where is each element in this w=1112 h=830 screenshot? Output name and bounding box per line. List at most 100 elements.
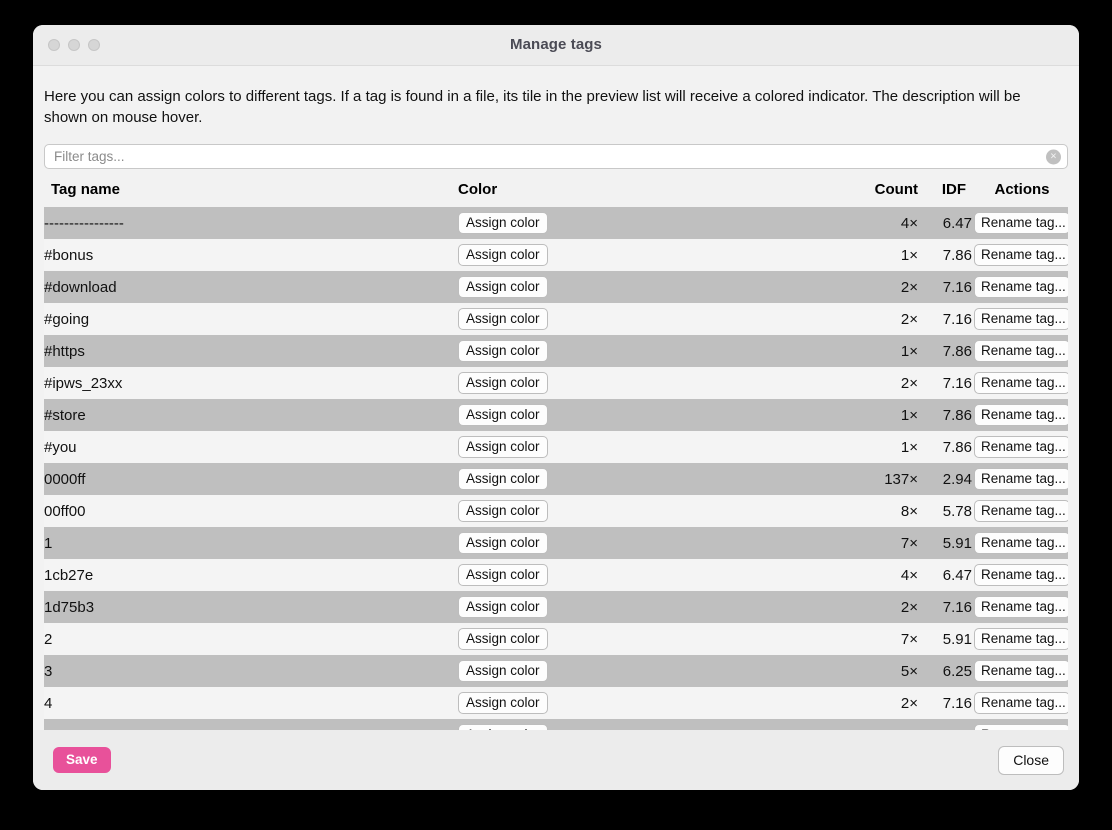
column-header-color[interactable]: Color (458, 181, 852, 207)
tag-name-cell: 1cb27e (44, 566, 94, 584)
rename-tag-button[interactable]: Rename tag... (974, 724, 1068, 730)
clear-filter-icon[interactable]: × (1046, 149, 1061, 164)
assign-color-button[interactable]: Assign color (458, 468, 548, 490)
count-cell: 2× (900, 278, 918, 296)
rename-tag-button[interactable]: Rename tag... (974, 436, 1068, 458)
actions-cell: Rename tag... (972, 655, 1068, 687)
tag-name-cell: 2 (44, 630, 53, 648)
rename-tag-button[interactable]: Rename tag... (974, 564, 1068, 586)
tags-table-container[interactable]: Tag name Color Count IDF Actions -------… (44, 181, 1068, 730)
actions-cell: Rename tag... (972, 463, 1068, 495)
actions-cell: Rename tag... (972, 303, 1068, 335)
filter-tags-input[interactable] (44, 144, 1068, 169)
assign-color-button[interactable]: Assign color (458, 724, 548, 730)
assign-color-button[interactable]: Assign color (458, 564, 548, 586)
assign-color-button[interactable]: Assign color (458, 532, 548, 554)
actions-cell: Rename tag... (972, 719, 1068, 730)
assign-color-button[interactable]: Assign color (458, 372, 548, 394)
assign-color-button[interactable]: Assign color (458, 244, 548, 266)
count-cell: 4× (900, 566, 918, 584)
column-header-count[interactable]: Count (852, 181, 918, 207)
assign-color-button[interactable]: Assign color (458, 692, 548, 714)
rename-tag-button[interactable]: Rename tag... (974, 596, 1068, 618)
tags-table-header: Tag name Color Count IDF Actions (44, 181, 1068, 207)
rename-tag-button[interactable]: Rename tag... (974, 212, 1068, 234)
idf-cell: 7.16 (942, 374, 972, 392)
table-row[interactable]: #https Assign color 1× 7.86 Rename tag... (44, 335, 1068, 367)
actions-cell: Rename tag... (972, 207, 1068, 239)
window-title: Manage tags (510, 36, 602, 53)
tag-name-cell: #download (44, 278, 117, 296)
table-row[interactable]: 3 Assign color 5× 6.25 Rename tag... (44, 655, 1068, 687)
assign-color-button[interactable]: Assign color (458, 500, 548, 522)
filter-row: × (44, 144, 1068, 169)
rename-tag-button[interactable]: Rename tag... (974, 692, 1068, 714)
table-row[interactable]: #store Assign color 1× 7.86 Rename tag... (44, 399, 1068, 431)
table-row[interactable]: #you Assign color 1× 7.86 Rename tag... (44, 431, 1068, 463)
table-row[interactable]: ---------------- Assign color 4× 6.47 Rename… (44, 207, 1068, 239)
actions-cell: Rename tag... (972, 239, 1068, 271)
rename-tag-button[interactable]: Rename tag... (974, 468, 1068, 490)
tag-name-cell: 00ff00 (44, 502, 86, 520)
color-cell: Assign color (458, 335, 852, 367)
actions-cell: Rename tag... (972, 431, 1068, 463)
color-cell: Assign color (458, 239, 852, 271)
assign-color-button[interactable]: Assign color (458, 436, 548, 458)
assign-color-button[interactable]: Assign color (458, 276, 548, 298)
assign-color-button[interactable]: Assign color (458, 596, 548, 618)
rename-tag-button[interactable]: Rename tag... (974, 340, 1068, 362)
rename-tag-button[interactable]: Rename tag... (974, 404, 1068, 426)
column-header-tag-name[interactable]: Tag name (44, 181, 458, 207)
count-cell: 1× (852, 719, 918, 731)
table-row[interactable]: 1d75b3 Assign color 2× 7.16 Rename tag... (44, 591, 1068, 623)
tag-name-cell: 1d75b3 (44, 598, 95, 616)
table-row[interactable]: #download Assign color 2× 7.16 Rename tag... (44, 271, 1068, 303)
count-cell: 2× (900, 598, 918, 616)
assign-color-button[interactable]: Assign color (458, 660, 548, 682)
rename-tag-button[interactable]: Rename tag... (974, 244, 1068, 266)
close-button[interactable]: Close (998, 745, 1064, 775)
rename-tag-button[interactable]: Rename tag... (974, 628, 1068, 650)
table-row[interactable]: #bonus Assign color 1× 7.86 Rename tag... (44, 239, 1068, 271)
table-row[interactable]: 0000ff Assign color 137× 2.94 Rename tag... (44, 463, 1068, 495)
dialog-footer: Save Close (33, 730, 1079, 790)
table-row[interactable]: 00ff00 Assign color 8× 5.78 Rename tag... (44, 495, 1068, 527)
column-header-idf[interactable]: IDF (918, 181, 972, 207)
actions-cell: Rename tag... (972, 335, 1068, 367)
table-row[interactable]: 1 Assign color 7× 5.91 Rename tag... (44, 527, 1068, 559)
tag-name-cell: 004 (44, 719, 458, 731)
count-cell: 1× (900, 438, 918, 456)
table-row[interactable]: #ipws_23xx Assign color 2× 7.16 Rename tag..… (44, 367, 1068, 399)
color-cell: Assign color (458, 719, 852, 730)
rename-tag-button[interactable]: Rename tag... (974, 308, 1068, 330)
actions-cell: Rename tag... (972, 367, 1068, 399)
table-row[interactable]: 4 Assign color 2× 7.16 Rename tag... (44, 687, 1068, 719)
dialog-description: Here you can assign colors to different … (44, 88, 1021, 126)
rename-tag-button[interactable]: Rename tag... (974, 660, 1068, 682)
save-button[interactable]: Save (53, 747, 111, 773)
idf-cell: 7.16 (942, 310, 972, 328)
assign-color-button[interactable]: Assign color (458, 308, 548, 330)
color-cell: Assign color (458, 527, 852, 559)
tag-name-cell: ---------------- (44, 214, 124, 232)
count-cell: 4× (900, 214, 918, 232)
actions-cell: Rename tag... (972, 271, 1068, 303)
table-row[interactable]: #going Assign color 2× 7.16 Rename tag... (44, 303, 1068, 335)
rename-tag-button[interactable]: Rename tag... (974, 500, 1068, 522)
rename-tag-button[interactable]: Rename tag... (974, 276, 1068, 298)
count-cell: 2× (900, 694, 918, 712)
idf-cell: 7.16 (942, 278, 972, 296)
assign-color-button[interactable]: Assign color (458, 628, 548, 650)
table-row[interactable]: 2 Assign color 7× 5.91 Rename tag... (44, 623, 1068, 655)
count-cell: 2× (900, 310, 918, 328)
rename-tag-button[interactable]: Rename tag... (974, 532, 1068, 554)
assign-color-button[interactable]: Assign color (458, 340, 548, 362)
assign-color-button[interactable]: Assign color (458, 212, 548, 234)
rename-tag-button[interactable]: Rename tag... (974, 372, 1068, 394)
table-row[interactable]: 1cb27e Assign color 4× 6.47 Rename tag... (44, 559, 1068, 591)
color-cell: Assign color (458, 623, 852, 655)
color-cell: Assign color (458, 271, 852, 303)
table-row[interactable]: 004Assign color 1×7.86Rename tag... (44, 719, 1068, 730)
idf-cell: 6.47 (942, 214, 972, 232)
assign-color-button[interactable]: Assign color (458, 404, 548, 426)
